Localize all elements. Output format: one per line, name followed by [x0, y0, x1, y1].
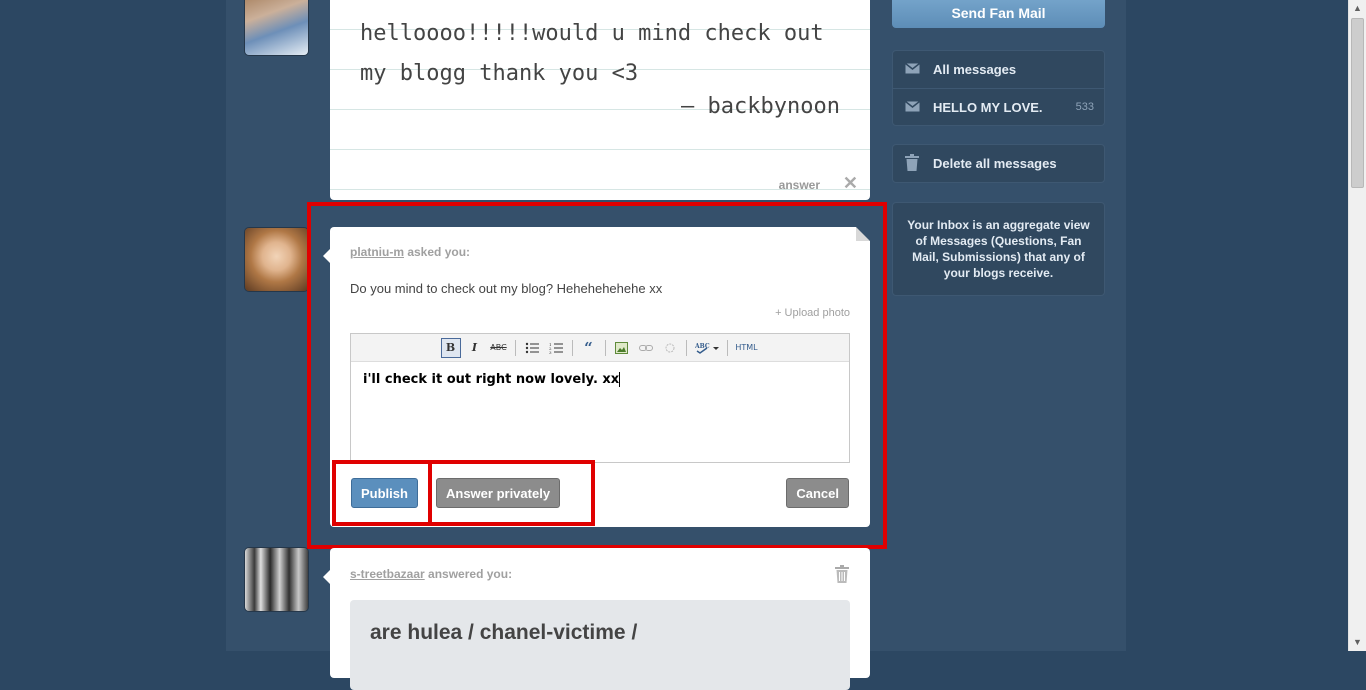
sidebar-item-label: HELLO MY LOVE.: [933, 99, 1043, 115]
answer-link[interactable]: answer: [779, 178, 820, 192]
answer-post: s-treetbazaar answered you: are hulea / …: [323, 548, 870, 690]
message-count: 533: [1075, 101, 1094, 113]
scrollbar[interactable]: ▲ ▼: [1348, 0, 1366, 651]
trash-icon[interactable]: [834, 564, 850, 589]
quote-post: helloooo!!!!!would u mind check out my b…: [330, 0, 870, 200]
answered-suffix: answered you:: [424, 567, 513, 581]
envelope-icon: [905, 62, 920, 77]
answerer-link[interactable]: s-treetbazaar: [350, 567, 425, 581]
envelope-icon: [905, 100, 920, 115]
avatar-s-treetbazaar[interactable]: [245, 548, 308, 611]
scroll-thumb[interactable]: [1351, 18, 1364, 188]
close-icon[interactable]: ✕: [843, 173, 858, 194]
sidebar-item-all-messages[interactable]: All messages: [893, 51, 1104, 88]
send-fan-mail-button[interactable]: Send Fan Mail: [892, 0, 1105, 28]
avatar-backbynoon[interactable]: [245, 0, 308, 55]
inbox-info: Your Inbox is an aggregate view of Messa…: [892, 202, 1105, 296]
delete-all-messages-button[interactable]: Delete all messages: [893, 145, 1104, 182]
highlight-publish: [332, 460, 432, 526]
delete-group: Delete all messages: [892, 144, 1105, 183]
highlight-answer-privately: [428, 460, 595, 526]
scroll-up-icon[interactable]: ▲: [1351, 2, 1364, 15]
answer-text: are hulea / chanel-victime /: [370, 621, 638, 644]
avatar-platniu-m[interactable]: [245, 228, 308, 291]
send-fan-mail-label: Send Fan Mail: [951, 5, 1046, 21]
scroll-down-icon[interactable]: ▼: [1351, 636, 1364, 649]
answer-content-box: are hulea / chanel-victime /: [350, 600, 850, 690]
sidebar-item-hello-my-love[interactable]: HELLO MY LOVE. 533: [893, 88, 1104, 125]
delete-all-label: Delete all messages: [933, 156, 1057, 171]
trash-icon: [905, 154, 919, 175]
quote-text: helloooo!!!!!would u mind check out my b…: [360, 21, 824, 86]
messages-list: All messages HELLO MY LOVE. 533: [892, 50, 1105, 126]
post-nub: [323, 570, 330, 584]
quote-source: — backbynoon: [681, 94, 840, 119]
sidebar-item-label: All messages: [933, 62, 1017, 77]
answerer-line: s-treetbazaar answered you:: [350, 567, 512, 581]
